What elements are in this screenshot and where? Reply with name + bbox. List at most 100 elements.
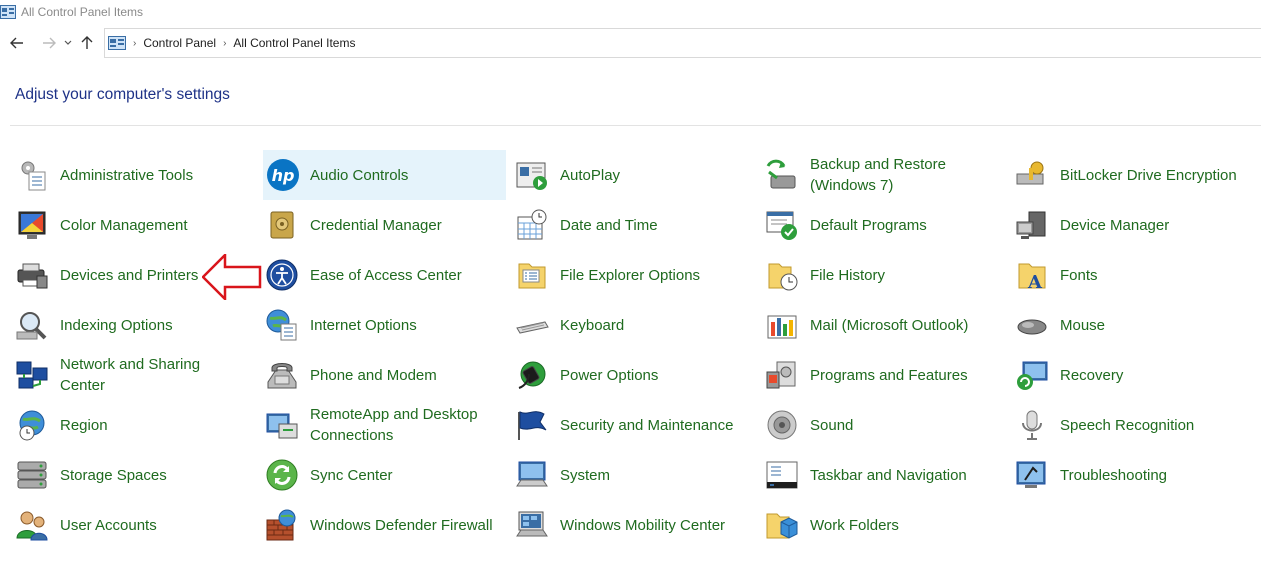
item-region[interactable]: Region [15,400,245,450]
item-label: Sync Center [310,466,393,484]
item-remoteapp[interactable]: RemoteApp and Desktop Connections [265,400,495,450]
back-button[interactable] [5,31,29,55]
file-history-icon [768,263,798,291]
item-backup-and-restore[interactable]: Backup and Restore (Windows 7) [765,150,995,200]
recent-locations-button[interactable] [61,31,75,55]
item-sound[interactable]: Sound [765,400,995,450]
item-label: Keyboard [560,316,625,334]
item-label: BitLocker Drive Encryption [1060,166,1237,184]
item-bitlocker[interactable]: BitLocker Drive Encryption [1015,150,1255,200]
item-label: Storage Spaces [60,466,167,484]
item-administrative-tools[interactable]: Administrative Tools [15,150,245,200]
navigation-bar: › Control Panel › All Control Panel Item… [0,28,1261,58]
item-windows-mobility-center[interactable]: Windows Mobility Center [515,500,745,550]
item-storage-spaces[interactable]: Storage Spaces [15,450,245,500]
item-system[interactable]: System [515,450,745,500]
item-label: AutoPlay [560,166,621,184]
bitlocker-key-icon [1016,161,1044,185]
item-troubleshooting[interactable]: Troubleshooting [1015,450,1245,500]
address-bar[interactable]: › Control Panel › All Control Panel Item… [104,28,1261,58]
svg-text:A: A [1027,272,1043,292]
color-management-icon [18,211,46,239]
chevron-right-icon: › [133,37,137,49]
item-label: Devices and Printers [60,266,199,284]
hp-logo-icon: hp [267,159,299,191]
item-label: Indexing Options [60,316,173,334]
red-arrow-annotation [202,254,262,300]
microphone-icon [1022,410,1042,440]
arrow-left-icon [10,37,23,49]
breadcrumb-all-items[interactable]: All Control Panel Items [233,36,355,50]
item-phone-and-modem[interactable]: Phone and Modem [265,350,495,400]
item-internet-options[interactable]: Internet Options [265,300,495,350]
item-date-and-time[interactable]: Date and Time [515,200,745,250]
arrow-right-icon [43,37,56,49]
item-power-options[interactable]: Power Options [515,350,745,400]
item-programs-and-features[interactable]: Programs and Features [765,350,995,400]
item-mail[interactable]: Mail (Microsoft Outlook) [765,300,995,350]
item-label: Work Folders [810,516,899,534]
item-fonts[interactable]: A Fonts [1015,250,1245,300]
item-label: Taskbar and Navigation [810,466,967,484]
item-label: RemoteApp and Desktop Connections [310,406,478,444]
item-taskbar-and-navigation[interactable]: Taskbar and Navigation [765,450,995,500]
item-label: Security and Maintenance [560,416,734,434]
item-mouse[interactable]: Mouse [1015,300,1245,350]
item-ease-of-access[interactable]: Ease of Access Center [265,250,495,300]
item-autoplay[interactable]: AutoPlay [515,150,745,200]
item-user-accounts[interactable]: User Accounts [15,500,245,550]
programs-features-icon [766,361,796,389]
control-panel-icon [0,5,16,19]
item-label: Windows Defender Firewall [310,516,493,534]
ease-of-access-icon [266,259,298,291]
magnifier-icon [16,312,47,340]
item-label: File History [810,266,886,284]
item-label: Device Manager [1060,216,1170,234]
item-devices-and-printers[interactable]: Devices and Printers [15,250,205,300]
taskbar-icon [766,461,798,489]
item-recovery[interactable]: Recovery [1015,350,1245,400]
item-label: Programs and Features [810,366,968,384]
up-button[interactable] [75,31,99,55]
forward-button[interactable] [37,31,61,55]
item-speech-recognition[interactable]: Speech Recognition [1015,400,1245,450]
item-label: Recovery [1060,366,1124,384]
svg-text:hp: hp [272,166,295,185]
item-label: Default Programs [810,216,927,234]
item-keyboard[interactable]: Keyboard [515,300,745,350]
phone-icon [267,363,297,389]
item-label: Region [60,416,108,434]
arrow-up-icon [81,36,93,49]
item-label: Administrative Tools [60,166,194,184]
flag-icon [518,411,547,440]
item-audio-controls[interactable]: hp Audio Controls [263,150,506,200]
control-panel-icon [108,36,126,50]
breadcrumb-control-panel[interactable]: Control Panel [143,36,216,50]
item-network-and-sharing[interactable]: Network and Sharing Center [15,350,245,400]
troubleshooting-icon [1016,461,1046,488]
item-security-and-maintenance[interactable]: Security and Maintenance [515,400,745,450]
sync-icon [266,459,298,491]
mail-icon [767,315,797,339]
item-credential-manager[interactable]: Credential Manager [265,200,495,250]
globe-clock-icon [19,410,45,441]
divider [10,125,1261,126]
item-color-management[interactable]: Color Management [15,200,245,250]
item-work-folders[interactable]: Work Folders [765,500,995,550]
item-windows-defender-firewall[interactable]: Windows Defender Firewall [265,500,495,550]
keyboard-icon [516,321,549,334]
fonts-folder-icon: A [1018,263,1046,292]
autoplay-icon [516,162,547,190]
item-file-explorer-options[interactable]: File Explorer Options [515,250,745,300]
item-sync-center[interactable]: Sync Center [265,450,495,500]
mouse-icon [1017,319,1047,335]
item-label: Audio Controls [310,166,409,184]
item-file-history[interactable]: File History [765,250,995,300]
item-label: Internet Options [310,316,417,334]
item-default-programs[interactable]: Default Programs [765,200,995,250]
work-folders-icon [766,513,798,539]
battery-power-icon [518,361,546,389]
item-indexing-options[interactable]: Indexing Options [15,300,245,350]
printer-icon [17,263,48,289]
item-device-manager[interactable]: Device Manager [1015,200,1245,250]
